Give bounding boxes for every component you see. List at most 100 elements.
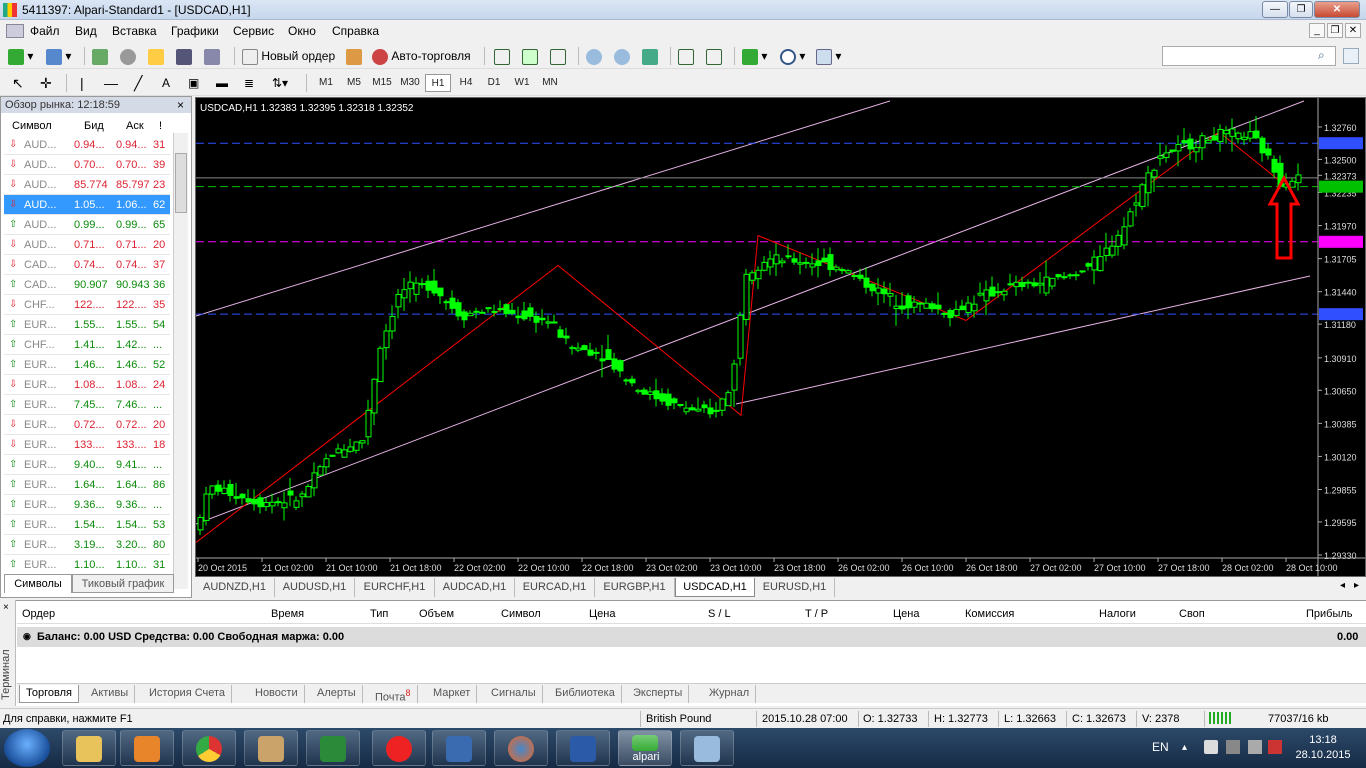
profiles-icon[interactable]: ▾ xyxy=(46,46,71,66)
chart-tabs-right-arrow[interactable]: ▸ xyxy=(1354,580,1359,591)
market-watch-row[interactable]: ⇧ EUR... 1.54... 1.54... 53 xyxy=(4,515,170,535)
mdi-close-button[interactable]: ✕ xyxy=(1345,23,1361,38)
community-icon[interactable] xyxy=(1343,48,1359,64)
market-watch-row[interactable]: ⇩ EUR... 133.... 133.... 18 xyxy=(4,435,170,455)
terminal-tab[interactable]: История Счета xyxy=(143,685,233,703)
terminal-tab[interactable]: Торговля xyxy=(19,685,79,703)
market-watch-row[interactable]: ⇧ EUR... 1.55... 1.55... 54 xyxy=(4,315,170,335)
timeframe-h4[interactable]: H4 xyxy=(453,74,479,92)
mdi-restore-button[interactable]: ❐ xyxy=(1327,23,1343,38)
flag-icon[interactable] xyxy=(1204,740,1218,754)
mdi-minimize-button[interactable]: _ xyxy=(1309,23,1325,38)
menu-insert[interactable]: Вставка xyxy=(112,24,157,38)
text-icon[interactable]: A xyxy=(162,73,170,93)
market-watch-row[interactable]: ⇧ EUR... 1.46... 1.46... 52 xyxy=(4,355,170,375)
maximize-button[interactable]: ❐ xyxy=(1289,1,1313,18)
text-label-icon[interactable]: ▣ xyxy=(188,73,199,93)
chart-tab[interactable]: AUDUSD,H1 xyxy=(275,578,355,597)
market-watch-row[interactable]: ⇩ AUD... 1.05... 1.06... 62 xyxy=(4,195,170,215)
timeframe-d1[interactable]: D1 xyxy=(481,74,507,92)
terminal-tab[interactable]: Журнал xyxy=(703,685,757,703)
chart-window[interactable]: 1.32760 1.32500 1.32373 1.32235 1.31970 1.317… xyxy=(195,97,1366,577)
start-button[interactable] xyxy=(4,729,50,767)
terminal-icon[interactable] xyxy=(176,46,192,66)
crosshair-icon[interactable]: ✛ xyxy=(40,73,52,93)
col-price[interactable]: Цена xyxy=(589,608,615,620)
col-volume[interactable]: Объем xyxy=(419,608,454,620)
chart-tab[interactable]: EURGBP,H1 xyxy=(595,578,675,597)
new-chart-icon[interactable]: ▾ xyxy=(8,46,33,66)
chart-window-icon[interactable] xyxy=(6,24,24,38)
zoom-in-icon[interactable] xyxy=(586,46,602,66)
chart-tab[interactable]: AUDCAD,H1 xyxy=(435,578,515,597)
chart-tab[interactable]: EURCHF,H1 xyxy=(355,578,435,597)
network-icon[interactable] xyxy=(1226,740,1240,754)
col-sl[interactable]: S / L xyxy=(708,608,731,620)
timeframe-mn[interactable]: MN xyxy=(537,74,563,92)
col-price2[interactable]: Цена xyxy=(893,608,919,620)
new-order-button[interactable]: Новый ордер xyxy=(242,46,335,66)
navigator-icon[interactable] xyxy=(148,46,164,66)
col-commission[interactable]: Комиссия xyxy=(965,608,1014,620)
taskbar-chrome[interactable] xyxy=(182,730,236,766)
taskbar-notes[interactable] xyxy=(680,730,734,766)
terminal-tab[interactable]: Эксперты xyxy=(627,685,690,703)
market-watch-row[interactable]: ⇧ EUR... 1.64... 1.64... 86 xyxy=(4,475,170,495)
cursor-icon[interactable]: ↖ xyxy=(12,73,24,93)
taskbar-firefox[interactable] xyxy=(494,730,548,766)
market-watch-row[interactable]: ⇩ CHF... 122.... 122.... 35 xyxy=(4,295,170,315)
col-swap[interactable]: Своп xyxy=(1179,608,1205,620)
col-profit[interactable]: Прибыль xyxy=(1306,608,1353,620)
chart-tab[interactable]: AUDNZD,H1 xyxy=(195,578,275,597)
market-watch-row[interactable]: ⇧ AUD... 0.99... 0.99... 65 xyxy=(4,215,170,235)
chart-shift-icon[interactable] xyxy=(678,46,694,66)
col-bid[interactable]: Бид xyxy=(84,120,104,132)
metaeditor-icon[interactable] xyxy=(346,46,362,66)
taskbar-paint[interactable] xyxy=(244,730,298,766)
candlestick-icon[interactable] xyxy=(522,46,538,66)
timeframe-m30[interactable]: M30 xyxy=(397,74,423,92)
auto-trading-button[interactable]: Авто-торговля xyxy=(372,46,471,66)
close-button[interactable]: ✕ xyxy=(1314,1,1360,18)
market-watch-row[interactable]: ⇧ CAD... 90.907 90.943 36 xyxy=(4,275,170,295)
data-window-icon[interactable] xyxy=(120,46,136,66)
menu-window[interactable]: Окно xyxy=(288,24,316,38)
menu-charts[interactable]: Графики xyxy=(171,24,219,38)
market-watch-row[interactable]: ⇩ EUR... 1.08... 1.08... 24 xyxy=(4,375,170,395)
chart-tab[interactable]: EURCAD,H1 xyxy=(515,578,595,597)
taskbar-yandex[interactable] xyxy=(372,730,426,766)
horizontal-line-icon[interactable]: — xyxy=(104,73,118,93)
tile-windows-icon[interactable] xyxy=(642,46,658,66)
taskbar-reader[interactable] xyxy=(432,730,486,766)
market-watch-scrollbar[interactable] xyxy=(173,133,188,589)
rectangle-icon[interactable]: ▬ xyxy=(216,73,228,93)
tray-arrow-icon[interactable]: ▴ xyxy=(1182,742,1187,753)
terminal-tab[interactable]: Библиотека xyxy=(549,685,622,703)
col-ask[interactable]: Аск xyxy=(126,120,144,132)
chart-tab[interactable]: EURUSD,H1 xyxy=(755,578,835,597)
language-indicator[interactable]: EN xyxy=(1152,740,1169,754)
market-watch-row[interactable]: ⇧ EUR... 7.45... 7.46...... xyxy=(4,395,170,415)
col-order[interactable]: Ордер xyxy=(22,608,55,620)
timeframe-m1[interactable]: M1 xyxy=(313,74,339,92)
taskbar-media[interactable] xyxy=(120,730,174,766)
timeframe-w1[interactable]: W1 xyxy=(509,74,535,92)
col-time[interactable]: Время xyxy=(271,608,304,620)
menu-file[interactable]: Файл xyxy=(30,24,60,38)
market-watch-row[interactable]: ⇧ CHF... 1.41... 1.42...... xyxy=(4,335,170,355)
taskbar-explorer[interactable] xyxy=(62,730,116,766)
market-watch-row[interactable]: ⇩ AUD... 0.94... 0.94... 31 xyxy=(4,135,170,155)
tab-symbols[interactable]: Символы xyxy=(4,574,72,593)
timeframe-m5[interactable]: M5 xyxy=(341,74,367,92)
minimize-button[interactable]: — xyxy=(1262,1,1288,18)
market-watch-icon[interactable] xyxy=(92,46,108,66)
trendline-icon[interactable]: ╱ xyxy=(134,73,142,93)
taskbar-word[interactable] xyxy=(556,730,610,766)
arrows-icon[interactable]: ⇅▾ xyxy=(272,73,288,93)
market-watch-row[interactable]: ⇩ AUD... 85.774 85.797 23 xyxy=(4,175,170,195)
market-watch-row[interactable]: ⇧ EUR... 9.40... 9.41...... xyxy=(4,455,170,475)
fibonacci-icon[interactable]: ≣ xyxy=(244,73,254,93)
search-input[interactable] xyxy=(1162,46,1336,66)
col-tp[interactable]: T / P xyxy=(805,608,828,620)
menu-view[interactable]: Вид xyxy=(75,24,97,38)
